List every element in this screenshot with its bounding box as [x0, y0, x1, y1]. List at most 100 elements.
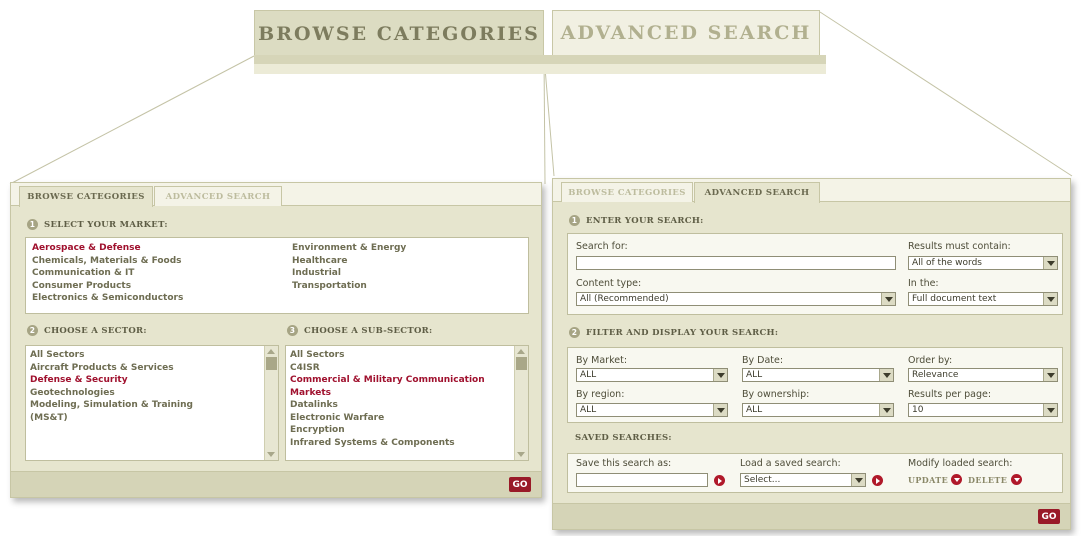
market-item[interactable]: Healthcare [292, 255, 406, 268]
panel-footer: GO [553, 503, 1070, 529]
market-item[interactable]: Chemicals, Materials & Foods [32, 255, 183, 268]
enter-search-box: Search for: Results must contain: All of… [567, 233, 1063, 315]
chevron-down-icon[interactable] [1043, 369, 1057, 381]
subsector-item[interactable]: Markets [290, 387, 512, 400]
select-market-heading: 1 SELECT YOUR MARKET: [27, 219, 168, 230]
market-item[interactable]: Transportation [292, 280, 406, 293]
market-list: Aerospace & Defense Chemicals, Materials… [25, 237, 529, 314]
sector-item[interactable]: (MS&T) [30, 412, 262, 425]
scroll-down-icon[interactable] [267, 452, 275, 457]
tab-advanced-search[interactable]: ADVANCED SEARCH [694, 182, 820, 203]
search-for-label: Search for: [576, 241, 628, 252]
subsector-item[interactable]: Infrared Systems & Components [290, 437, 512, 450]
search-for-input[interactable] [576, 256, 896, 270]
subsector-item[interactable]: C4ISR [290, 362, 512, 375]
choose-subsector-heading: 3 CHOOSE A SUB-SECTOR: [287, 325, 432, 336]
sector-item[interactable]: Aircraft Products & Services [30, 362, 262, 375]
advanced-search-panel: BROWSE CATEGORIES ADVANCED SEARCH 1 ENTE… [552, 178, 1071, 530]
chevron-down-icon[interactable] [1043, 257, 1057, 269]
by-market-label: By Market: [576, 355, 628, 366]
go-button[interactable]: GO [509, 477, 531, 492]
saved-searches-heading: SAVED SEARCHES: [575, 433, 672, 443]
chevron-down-icon[interactable] [713, 404, 727, 416]
market-column-2: Environment & Energy Healthcare Industri… [292, 242, 406, 292]
load-search-arrow-icon[interactable] [872, 475, 883, 486]
big-tab-strip [254, 55, 826, 64]
chevron-down-icon[interactable] [879, 369, 893, 381]
by-region-select[interactable]: ALL [576, 403, 728, 417]
subsector-item[interactable]: Datalinks [290, 399, 512, 412]
chevron-down-icon[interactable] [879, 404, 893, 416]
in-the-select[interactable]: Full document text [908, 292, 1058, 306]
in-the-label: In the: [908, 278, 939, 289]
sector-list[interactable]: All Sectors Aircraft Products & Services… [25, 345, 279, 461]
chevron-down-icon[interactable] [713, 369, 727, 381]
sector-item[interactable]: Modeling, Simulation & Training [30, 399, 262, 412]
results-per-page-select[interactable]: 10 [908, 403, 1058, 417]
by-ownership-label: By ownership: [742, 389, 810, 400]
scroll-down-icon[interactable] [517, 452, 525, 457]
step-number-icon: 1 [569, 215, 580, 226]
chevron-down-icon[interactable] [881, 293, 895, 305]
scroll-up-icon[interactable] [267, 349, 275, 354]
sector-scrollbar[interactable] [264, 346, 278, 460]
sector-item[interactable]: All Sectors [30, 349, 262, 362]
by-date-label: By Date: [742, 355, 784, 366]
chevron-down-icon[interactable] [1043, 404, 1057, 416]
scroll-thumb[interactable] [516, 357, 527, 370]
sector-item[interactable]: Defense & Security [30, 374, 262, 387]
update-link[interactable]: UPDATE [908, 475, 948, 485]
market-item[interactable]: Aerospace & Defense [32, 242, 183, 255]
by-market-select[interactable]: ALL [576, 368, 728, 382]
load-saved-select[interactable]: Select... [740, 473, 866, 487]
content-type-select[interactable]: All (Recommended) [576, 292, 896, 306]
sector-items: All Sectors Aircraft Products & Services… [30, 349, 262, 424]
step-number-icon: 3 [287, 325, 298, 336]
market-item[interactable]: Consumer Products [32, 280, 183, 293]
panel-tab-bar: BROWSE CATEGORIES ADVANCED SEARCH [553, 179, 1070, 203]
step-number-icon: 2 [27, 325, 38, 336]
subsector-item[interactable]: All Sectors [290, 349, 512, 362]
big-tab-browse-categories[interactable]: BROWSE CATEGORIES [254, 10, 544, 56]
chevron-down-icon[interactable] [851, 474, 865, 486]
choose-sector-heading: 2 CHOOSE A SECTOR: [27, 325, 147, 336]
delete-arrow-icon[interactable] [1011, 474, 1022, 485]
load-saved-label: Load a saved search: [740, 458, 841, 469]
update-arrow-icon[interactable] [951, 474, 962, 485]
save-as-input[interactable] [576, 473, 708, 487]
tab-advanced-search[interactable]: ADVANCED SEARCH [154, 186, 282, 206]
step-number-icon: 2 [569, 327, 580, 338]
by-date-select[interactable]: ALL [742, 368, 894, 382]
market-item[interactable]: Communication & IT [32, 267, 183, 280]
market-item[interactable]: Electronics & Semiconductors [32, 292, 183, 305]
subsector-scrollbar[interactable] [514, 346, 528, 460]
tab-browse-categories[interactable]: BROWSE CATEGORIES [19, 186, 153, 207]
chevron-down-icon[interactable] [1043, 293, 1057, 305]
market-item[interactable]: Industrial [292, 267, 406, 280]
subsector-list[interactable]: All Sectors C4ISR Commercial & Military … [285, 345, 529, 461]
filter-display-heading: 2 FILTER AND DISPLAY YOUR SEARCH: [569, 327, 778, 338]
scroll-thumb[interactable] [266, 357, 277, 370]
must-contain-select[interactable]: All of the words [908, 256, 1058, 270]
scroll-up-icon[interactable] [517, 349, 525, 354]
modify-loaded-label: Modify loaded search: [908, 458, 1013, 469]
market-item[interactable]: Environment & Energy [292, 242, 406, 255]
delete-link[interactable]: DELETE [968, 475, 1007, 485]
save-search-arrow-icon[interactable] [714, 475, 725, 486]
by-ownership-select[interactable]: ALL [742, 403, 894, 417]
results-per-page-label: Results per page: [908, 389, 992, 400]
subsector-item[interactable]: Commercial & Military Communication [290, 374, 512, 387]
content-type-label: Content type: [576, 278, 642, 289]
must-contain-label: Results must contain: [908, 241, 1011, 252]
subsector-item[interactable]: Encryption [290, 424, 512, 437]
sector-item[interactable]: Geotechnologies [30, 387, 262, 400]
market-column-1: Aerospace & Defense Chemicals, Materials… [32, 242, 183, 305]
step-number-icon: 1 [27, 219, 38, 230]
subsector-item[interactable]: Electronic Warfare [290, 412, 512, 425]
enter-search-heading: 1 ENTER YOUR SEARCH: [569, 215, 704, 226]
filter-display-box: By Market: ALL By Date: ALL Order by: Re… [567, 347, 1063, 423]
order-by-select[interactable]: Relevance [908, 368, 1058, 382]
go-button[interactable]: GO [1038, 509, 1060, 524]
tab-browse-categories[interactable]: BROWSE CATEGORIES [561, 182, 693, 202]
big-tab-advanced-search[interactable]: ADVANCED SEARCH [552, 10, 820, 56]
